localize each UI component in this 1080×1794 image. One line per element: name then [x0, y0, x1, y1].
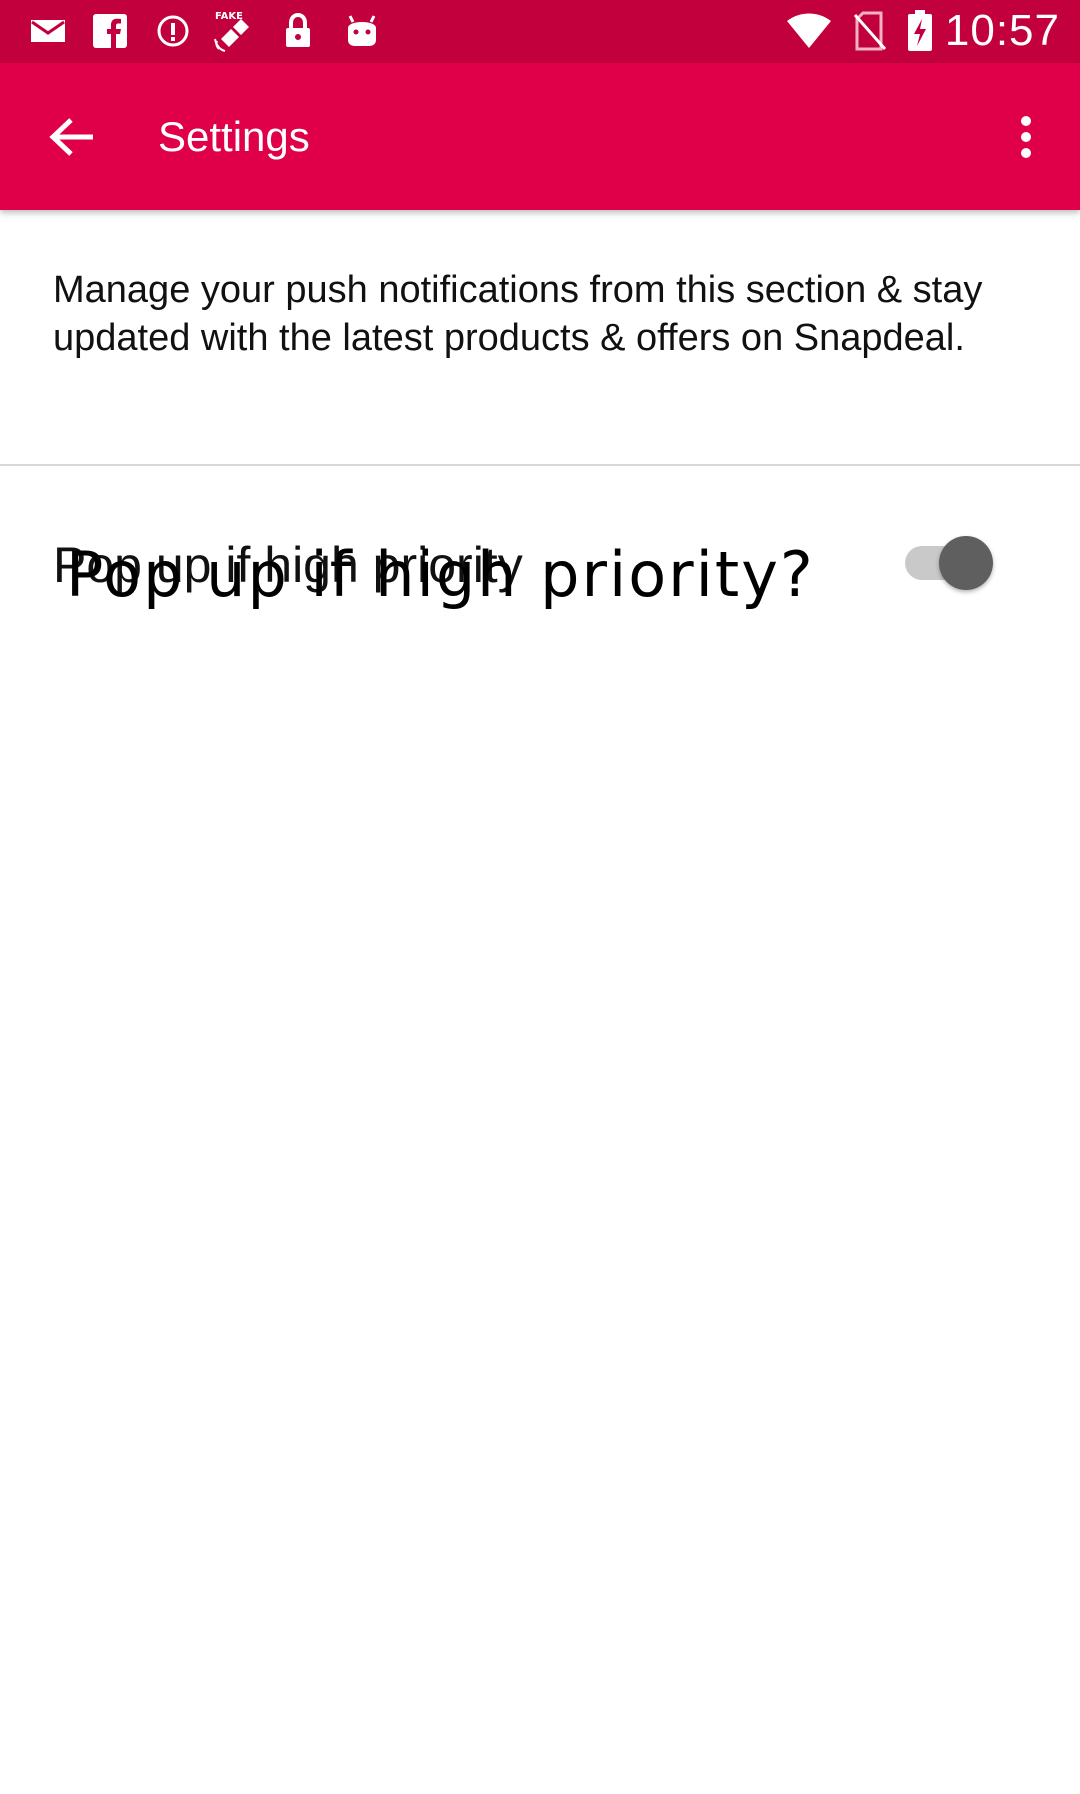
toggle-thumb — [939, 536, 993, 590]
page-title: Settings — [158, 113, 310, 160]
more-vertical-icon — [1021, 116, 1031, 158]
info-icon — [153, 10, 193, 52]
fake-gps-icon: FAKE — [210, 10, 260, 52]
high-priority-toggle[interactable] — [905, 534, 993, 590]
lock-icon — [280, 10, 316, 52]
pref-high-priority-row[interactable]: Pop up if high priority Pop up if high p… — [0, 466, 1080, 632]
back-button[interactable] — [34, 103, 110, 171]
status-bar: FAKE 10:57 — [0, 0, 1080, 63]
wifi-icon — [784, 10, 834, 52]
pref-high-priority-overlay-label: Pop up if high priority? — [66, 538, 815, 611]
fake-gps-label: FAKE — [215, 11, 243, 22]
no-sim-icon — [850, 10, 890, 52]
mail-icon — [28, 10, 68, 52]
status-time: 10:57 — [944, 6, 1060, 55]
more-options-button[interactable] — [996, 103, 1056, 171]
facebook-icon — [90, 10, 130, 52]
app-bar: Settings — [0, 63, 1080, 210]
android-icon — [342, 10, 382, 52]
battery-charging-icon — [904, 10, 936, 52]
arrow-back-icon — [49, 118, 93, 156]
settings-description: Manage your push notifications from this… — [53, 269, 983, 359]
